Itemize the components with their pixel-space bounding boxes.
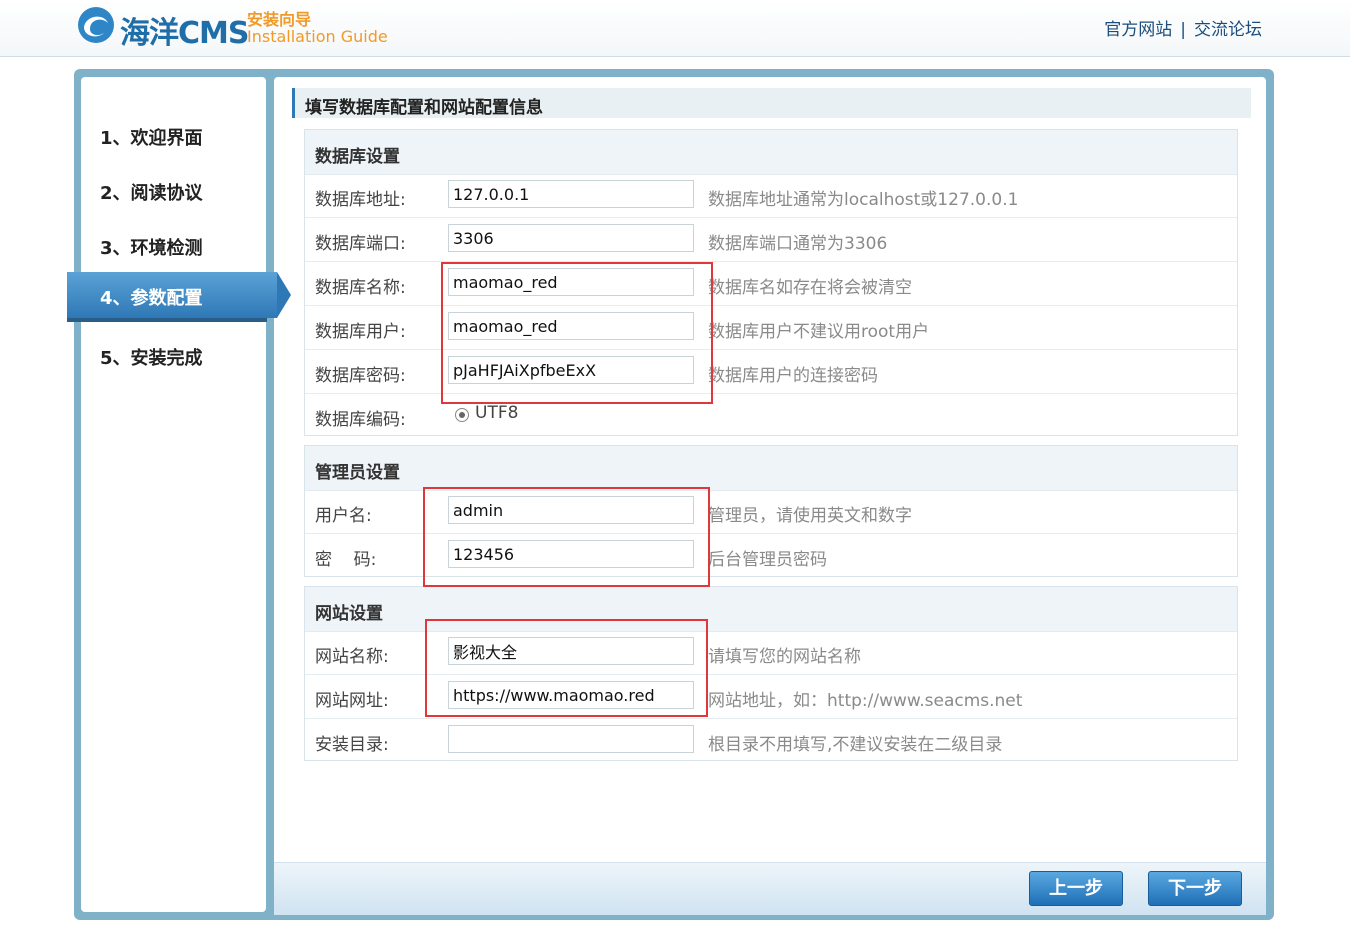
db-host-hint: 数据库地址通常为localhost或127.0.0.1	[708, 190, 1019, 210]
admin-username-hint: 管理员，请使用英文和数字	[708, 506, 912, 526]
database-settings-heading: 数据库设置	[315, 147, 400, 167]
admin-settings-header: 管理员设置	[305, 446, 1237, 491]
site-url-hint: 网站地址，如：http://www.seacms.net	[708, 691, 1023, 711]
utf8-radio[interactable]	[455, 408, 469, 422]
db-charset-label: 数据库编码:	[315, 410, 406, 430]
logo-text: 海洋CMS	[120, 16, 249, 51]
db-host-input[interactable]	[448, 180, 694, 208]
page-title: 填写数据库配置和网站配置信息	[305, 98, 543, 118]
step-active-shadow	[67, 318, 267, 322]
db-host-label: 数据库地址:	[315, 190, 406, 210]
admin-settings-heading: 管理员设置	[315, 463, 400, 483]
utf8-radio-label: UTF8	[475, 403, 519, 423]
step-complete: 5、安装完成	[100, 348, 203, 369]
db-port-row: 数据库端口: 数据库端口通常为3306	[305, 218, 1237, 262]
database-settings-header: 数据库设置	[305, 130, 1237, 175]
forum-link[interactable]: 交流论坛	[1194, 20, 1262, 40]
next-step-button[interactable]: 下一步	[1148, 871, 1242, 906]
db-port-label: 数据库端口:	[315, 234, 406, 254]
db-user-label: 数据库用户:	[315, 322, 406, 342]
official-site-link[interactable]: 官方网站	[1104, 20, 1172, 40]
db-password-hint: 数据库用户的连接密码	[708, 366, 878, 386]
step-env-check: 3、环境检测	[100, 238, 203, 259]
db-password-label: 数据库密码:	[315, 366, 406, 386]
db-name-hint: 数据库名如存在将会被清空	[708, 278, 912, 298]
admin-password-hint: 后台管理员密码	[708, 550, 827, 570]
header-bar: 海洋CMS 安装向导 Installation Guide 官方网站 | 交流论坛	[0, 0, 1350, 57]
db-port-hint: 数据库端口通常为3306	[708, 234, 888, 254]
page-title-bar: 填写数据库配置和网站配置信息	[292, 88, 1251, 118]
site-url-label: 网站网址:	[315, 691, 389, 711]
prev-step-button[interactable]: 上一步	[1029, 871, 1123, 906]
install-dir-row: 安装目录: 根目录不用填写,不建议安装在二级目录	[305, 719, 1237, 762]
install-guide-subtitle: Installation Guide	[247, 27, 388, 46]
db-user-hint: 数据库用户不建议用root用户	[708, 322, 930, 342]
site-name-hint: 请填写您的网站名称	[708, 647, 861, 667]
site-name-label: 网站名称:	[315, 647, 389, 667]
install-dir-input[interactable]	[448, 725, 694, 753]
admin-username-label: 用户名:	[315, 506, 372, 526]
site-settings-heading: 网站设置	[315, 604, 383, 624]
install-dir-hint: 根目录不用填写,不建议安装在二级目录	[708, 735, 1003, 755]
seacms-logo-icon	[78, 7, 114, 43]
step-config: 4、参数配置	[100, 288, 203, 309]
site-info-highlight-box	[425, 619, 708, 717]
step-agreement: 2、阅读协议	[100, 183, 203, 204]
step-welcome: 1、欢迎界面	[100, 128, 203, 149]
admin-credentials-highlight-box	[423, 487, 710, 587]
nav-separator: |	[1180, 20, 1186, 40]
db-host-row: 数据库地址: 数据库地址通常为localhost或127.0.0.1	[305, 174, 1237, 218]
db-port-input[interactable]	[448, 224, 694, 252]
top-nav: 官方网站 | 交流论坛	[1104, 15, 1262, 40]
install-dir-label: 安装目录:	[315, 735, 389, 755]
admin-password-label: 密 码:	[315, 550, 377, 570]
db-name-label: 数据库名称:	[315, 278, 406, 298]
db-credentials-highlight-box	[441, 262, 713, 404]
